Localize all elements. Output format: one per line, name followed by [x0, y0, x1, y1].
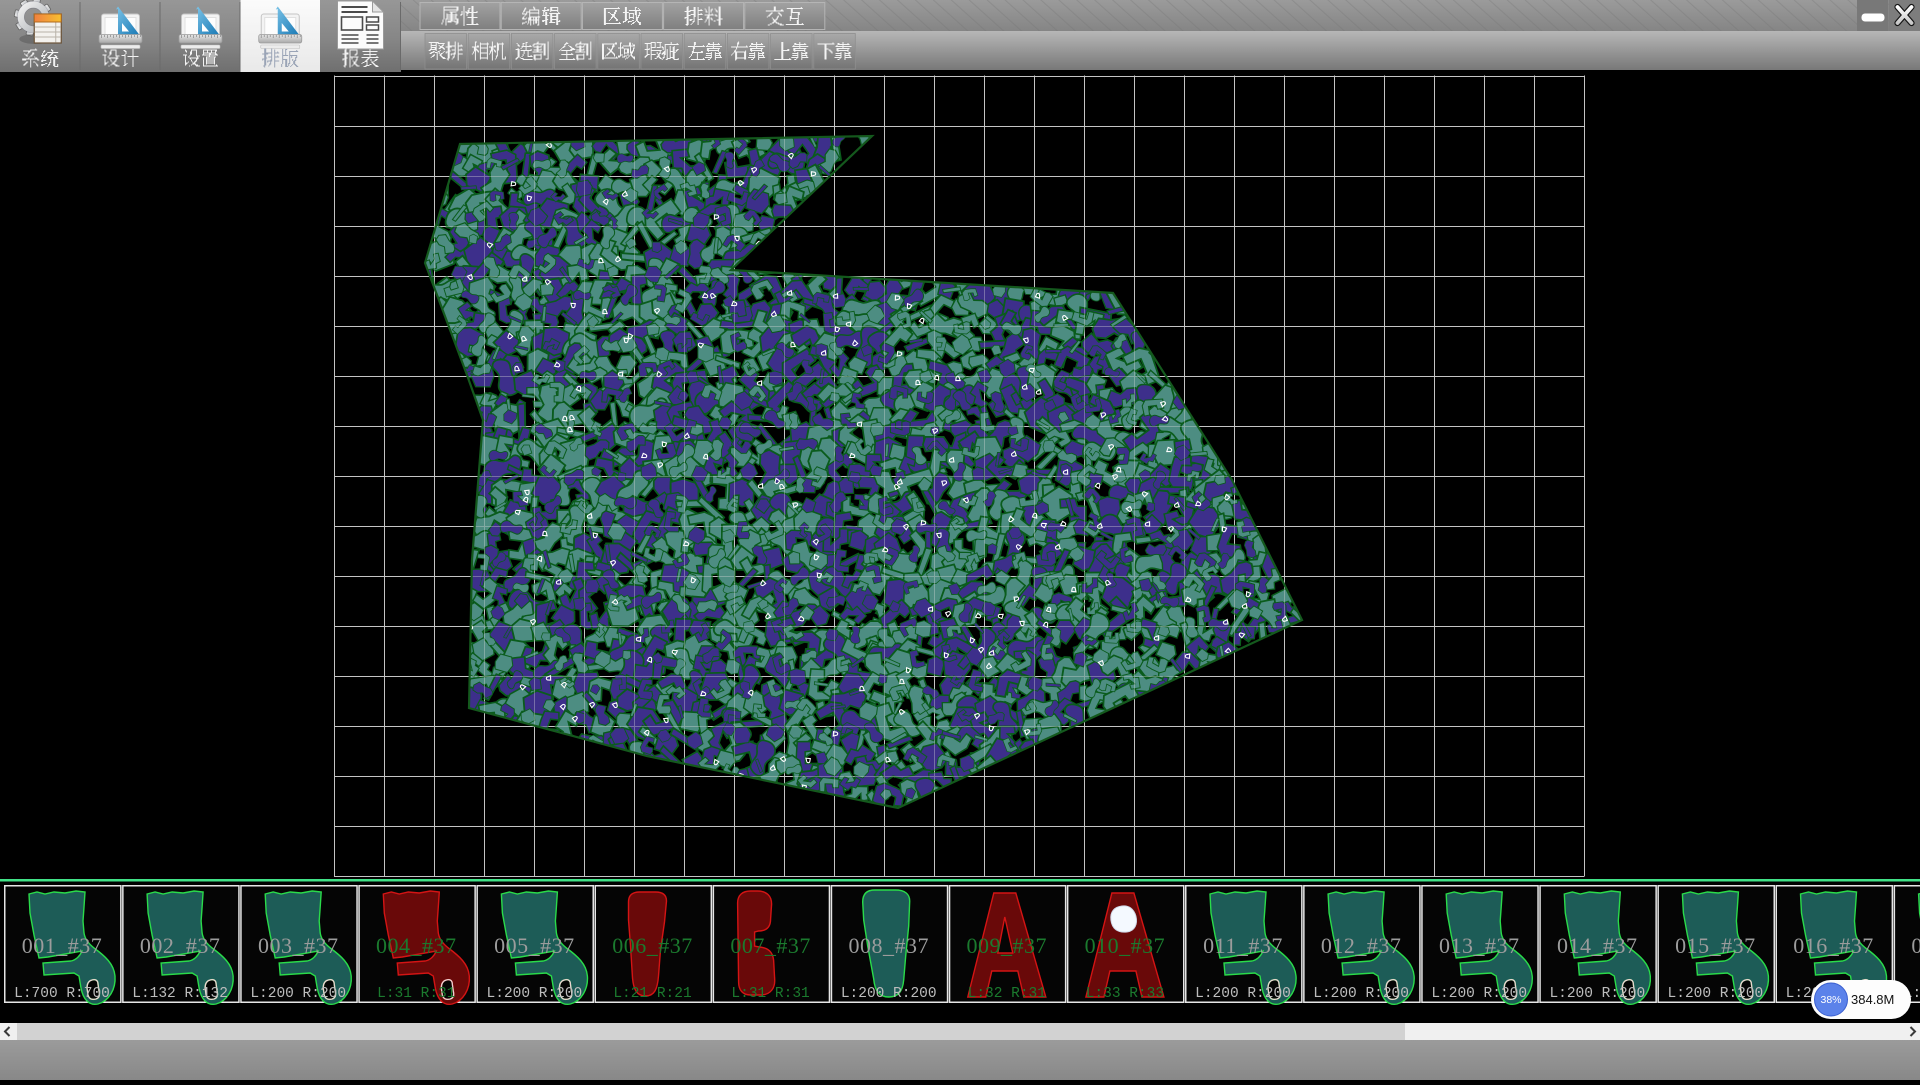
svg-text:L:200 R:200: L:200 R:200 — [1668, 986, 1764, 1002]
svg-text:384.8M: 384.8M — [1851, 992, 1894, 1007]
svg-text:L:132 R:132: L:132 R:132 — [132, 986, 228, 1002]
svg-text:008_#37: 008_#37 — [848, 933, 929, 958]
svg-text:L:31 R:31: L:31 R:31 — [731, 986, 809, 1002]
svg-text:L:200 R:200: L:200 R:200 — [841, 986, 937, 1002]
svg-text:L:700 R:700: L:700 R:700 — [14, 986, 110, 1002]
svg-text:L:32 R:31: L:32 R:31 — [968, 986, 1046, 1002]
svg-text:007_#37: 007_#37 — [730, 933, 811, 958]
svg-text:L:200 R:200: L:200 R:200 — [487, 986, 583, 1002]
svg-text:016_#37: 016_#37 — [1793, 933, 1874, 958]
svg-text:006_#37: 006_#37 — [612, 933, 693, 958]
svg-text:L:200 R:200: L:200 R:200 — [1313, 986, 1409, 1002]
svg-text:012_#37: 012_#37 — [1321, 933, 1402, 958]
svg-text:015_#37: 015_#37 — [1675, 933, 1756, 958]
svg-text:L:200 R:200: L:200 R:200 — [250, 986, 346, 1002]
svg-text:014_#37: 014_#37 — [1557, 933, 1638, 958]
svg-text:002_#37: 002_#37 — [140, 933, 221, 958]
svg-text:011_#37: 011_#37 — [1203, 933, 1283, 958]
svg-text:L:200 R:200: L:200 R:200 — [1195, 986, 1291, 1002]
svg-text:L:200 R:200: L:200 R:200 — [1431, 986, 1527, 1002]
svg-text:003_#37: 003_#37 — [258, 933, 339, 958]
svg-text:L:21 R:21: L:21 R:21 — [613, 986, 691, 1002]
svg-text:009_#37: 009_#37 — [967, 933, 1048, 958]
svg-text:004_#37: 004_#37 — [376, 933, 457, 958]
svg-text:005_#37: 005_#37 — [494, 933, 575, 958]
svg-text:010_#37: 010_#37 — [1085, 933, 1166, 958]
svg-text:013_#37: 013_#37 — [1439, 933, 1520, 958]
svg-text:L:200 R:200: L:200 R:200 — [1549, 986, 1645, 1002]
svg-text:L:31 R:31: L:31 R:31 — [377, 986, 455, 1002]
svg-text:L:33 R:33: L:33 R:33 — [1086, 986, 1164, 1002]
svg-text:001_#37: 001_#37 — [22, 933, 103, 958]
svg-text:017_#37: 017_#37 — [1911, 933, 1920, 958]
svg-text:38%: 38% — [1820, 994, 1841, 1006]
